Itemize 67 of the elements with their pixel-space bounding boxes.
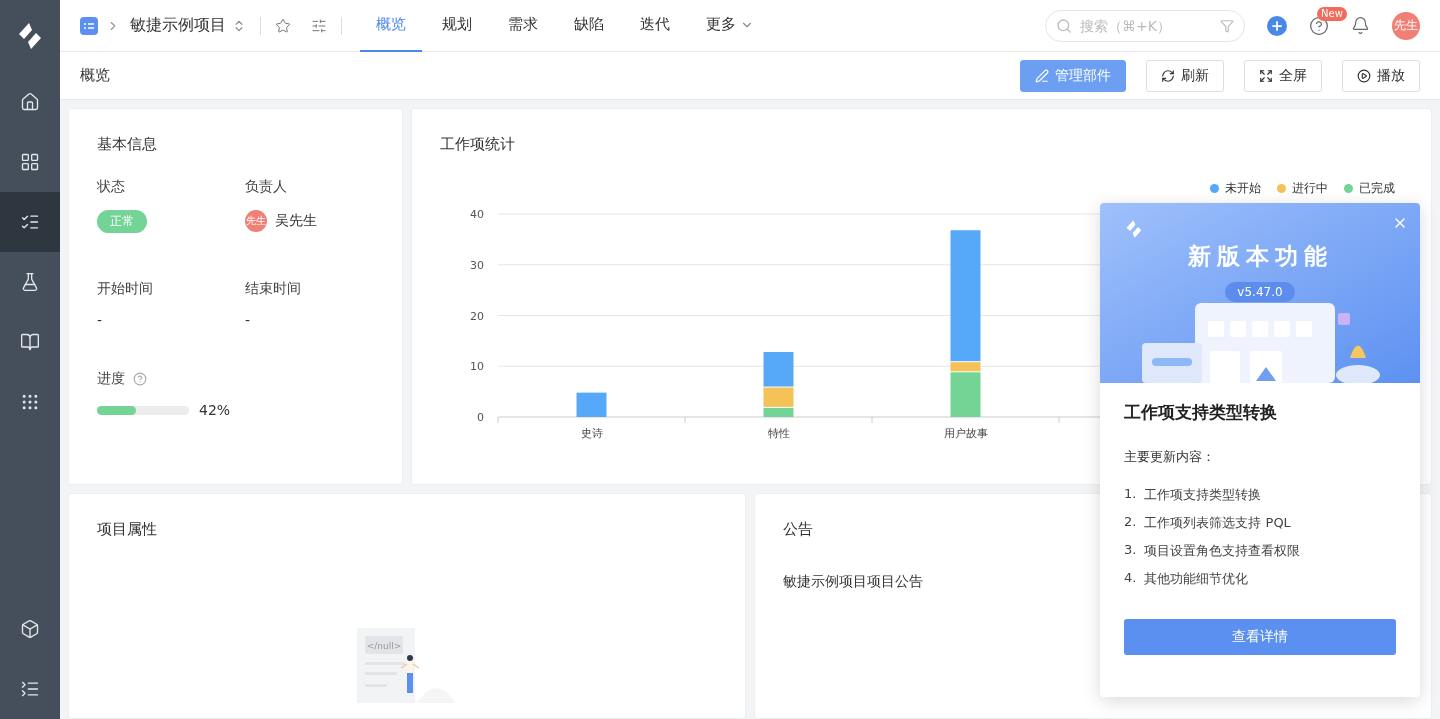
owner-name: 吴先生: [275, 212, 317, 230]
card-title: 公告: [783, 520, 813, 539]
nav-tab[interactable]: 缺陷: [558, 0, 620, 52]
axis-tick-label: 40: [470, 208, 484, 221]
add-icon[interactable]: [1267, 15, 1287, 36]
field-label: 开始时间: [97, 280, 154, 298]
card-title: 项目属性: [97, 520, 158, 539]
chart-bar: [576, 392, 607, 417]
notification-bell-icon[interactable]: [1351, 16, 1370, 35]
list-item-text: 工作项列表筛选支持 PQL: [1144, 514, 1291, 532]
card-title: 工作项统计: [440, 135, 516, 154]
version-badge: v5.47.0: [1225, 282, 1295, 302]
fullscreen-icon: [1259, 68, 1273, 83]
toolbar-button[interactable]: 刷新: [1146, 59, 1224, 92]
project-name[interactable]: 敏捷示例项目: [130, 15, 226, 36]
legend-item: 未开始: [1210, 180, 1261, 197]
play-icon: [1357, 68, 1371, 83]
axis-category-label: 特性: [767, 427, 790, 440]
help-icon[interactable]: [1309, 15, 1329, 36]
project-icon: [80, 16, 98, 35]
card-title: 基本信息: [97, 135, 158, 154]
settings-sliders-icon[interactable]: [311, 17, 327, 34]
pencil-icon: [1035, 68, 1049, 83]
banner-title: 新版本功能: [1187, 242, 1333, 271]
list-number: 4.: [1124, 570, 1137, 587]
axis-category-label: 史诗: [580, 427, 603, 440]
toolbar-button[interactable]: 全屏: [1244, 59, 1322, 92]
field-label: 结束时间: [245, 280, 302, 298]
list-number: 2.: [1124, 514, 1137, 531]
field-label: 负责人: [245, 178, 288, 196]
nav-tab[interactable]: 需求: [492, 0, 554, 52]
nav-tab[interactable]: 迭代: [624, 0, 686, 52]
list-number: 3.: [1124, 542, 1137, 559]
popup-intro: 主要更新内容：: [1124, 448, 1216, 466]
axis-tick-label: 0: [477, 411, 484, 424]
refresh-icon: [1161, 68, 1175, 83]
announcement-text: 敏捷示例项目项目公告: [783, 573, 923, 591]
axis-tick-label: 20: [470, 309, 484, 323]
progress-reading: 42%: [199, 402, 231, 418]
logo-icon: [1124, 219, 1144, 239]
status-tag: 正常: [97, 210, 147, 233]
field-value: -: [97, 312, 104, 328]
axis-tick-label: 10: [470, 360, 484, 374]
popup-heading: 工作项支持类型转换: [1124, 401, 1278, 424]
list-item-text: 工作项支持类型转换: [1144, 486, 1262, 504]
search-icon: [1056, 17, 1072, 34]
axis-tick-label: 30: [470, 258, 484, 272]
list-number: 1.: [1124, 486, 1137, 503]
list-item-text: 项目设置角色支持查看权限: [1144, 542, 1301, 560]
field-value: -: [245, 312, 252, 328]
sidebar-checklist-icon[interactable]: [0, 192, 60, 252]
legend-item: 已完成: [1344, 180, 1395, 197]
help-icon[interactable]: [133, 372, 147, 386]
field-label: 进度: [97, 370, 125, 388]
owner-avatar: 先生: [245, 210, 267, 232]
toolbar-button[interactable]: 播放: [1342, 59, 1420, 92]
filter-icon[interactable]: [1220, 18, 1234, 33]
nav-tab[interactable]: 规划: [426, 0, 488, 52]
legend-item: 进行中: [1277, 180, 1328, 197]
new-badge: New: [1317, 6, 1347, 21]
nav-tab[interactable]: 更多: [690, 0, 770, 52]
star-icon[interactable]: [275, 17, 291, 34]
axis-category-label: 用户故事: [943, 427, 988, 440]
list-item-text: 其他功能细节优化: [1144, 570, 1249, 588]
search-input[interactable]: 搜索（⌘+K）: [1078, 16, 1214, 35]
page-title: 概览: [80, 66, 110, 85]
field-label: 状态: [97, 178, 126, 196]
